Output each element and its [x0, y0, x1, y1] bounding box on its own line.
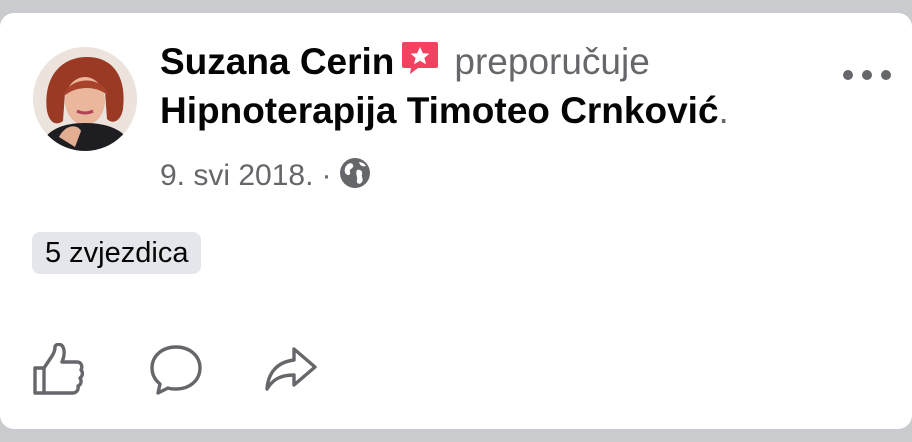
post-date[interactable]: 9. svi 2018. — [160, 159, 313, 192]
share-button[interactable] — [264, 343, 318, 397]
post-header-line: Suzana Cerin preporučuje — [160, 39, 650, 87]
post-card: Suzana Cerin preporučuje Hipnoterapija Ti… — [0, 13, 912, 429]
comment-button[interactable] — [149, 343, 203, 397]
post-meta: 9. svi 2018. · — [160, 156, 371, 200]
avatar-photo — [33, 47, 137, 151]
like-button[interactable] — [31, 342, 85, 397]
meta-separator: · — [321, 159, 332, 192]
rating-badge: 5 zvjezdica — [32, 232, 202, 274]
more-options-icon[interactable] — [838, 65, 896, 85]
recommendation-verb: preporučuje — [454, 41, 650, 82]
avatar[interactable] — [33, 47, 137, 151]
comment-bubble-icon — [150, 345, 202, 395]
recommended-page-link[interactable]: Hipnoterapija Timoteo Crnković — [160, 90, 719, 131]
thumbs-up-icon — [33, 342, 85, 395]
recommended-page-line: Hipnoterapija Timoteo Crnković. — [160, 88, 729, 134]
share-arrow-icon — [265, 347, 317, 391]
page-suffix: . — [718, 90, 729, 131]
recommendation-star-icon — [400, 40, 440, 87]
globe-icon[interactable] — [339, 157, 371, 200]
author-name[interactable]: Suzana Cerin — [160, 41, 394, 82]
